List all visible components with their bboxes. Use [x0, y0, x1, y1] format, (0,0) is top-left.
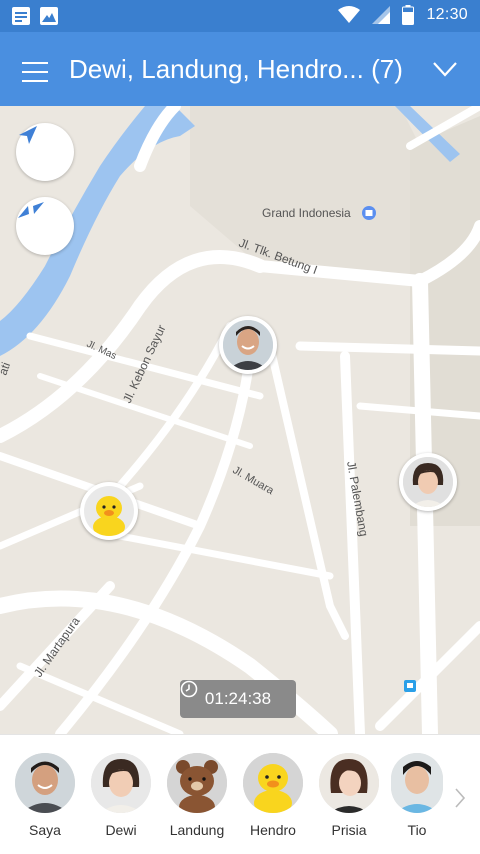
friend-prisia[interactable]: Prisia: [312, 753, 386, 838]
chevron-right-icon[interactable]: [454, 787, 466, 809]
image-icon: [40, 7, 58, 25]
friend-dewi[interactable]: Dewi: [84, 753, 158, 838]
friend-name: Landung: [169, 822, 225, 838]
navigation-arrow-icon: [19, 126, 37, 144]
avatar: [91, 753, 151, 813]
signal-icon: [372, 6, 391, 24]
friend-pin-dewi[interactable]: [219, 316, 277, 374]
friend-hendro[interactable]: Hendro: [236, 753, 310, 838]
chat-title[interactable]: Dewi, Landung, Hendro... (7): [69, 54, 403, 85]
avatar: [319, 753, 379, 813]
friend-pin-woman[interactable]: [399, 453, 457, 511]
status-bar: 12:30: [0, 0, 480, 32]
map-view[interactable]: Grand Indonesia Jl. Tlk. Betung I Jl. Ma…: [0, 106, 480, 734]
friends-strip[interactable]: Saya Dewi Landung Hendro Prisia Tio: [0, 734, 480, 854]
timer-text: 01:24:38: [204, 689, 272, 708]
friend-saya[interactable]: Saya: [8, 753, 82, 838]
avatar: [391, 753, 443, 813]
clock-icon: [180, 680, 198, 698]
my-location-button[interactable]: [16, 123, 74, 181]
wifi-icon: [338, 6, 361, 23]
gather-button[interactable]: [16, 197, 74, 255]
friend-tio[interactable]: Tio: [382, 753, 452, 838]
avatar: [243, 753, 303, 813]
friend-pin-hendro[interactable]: [80, 482, 138, 540]
app-bar: Dewi, Landung, Hendro... (7): [0, 32, 480, 106]
chevron-down-icon[interactable]: [432, 60, 458, 78]
map-canvas[interactable]: Grand Indonesia Jl. Tlk. Betung I Jl. Ma…: [0, 106, 480, 734]
friend-name: Saya: [29, 822, 61, 838]
status-time: 12:30: [426, 6, 468, 23]
friend-name: Dewi: [105, 822, 137, 838]
friend-name: Hendro: [250, 822, 296, 838]
converge-icon: [18, 202, 44, 218]
avatar: [15, 753, 75, 813]
notes-icon: [12, 7, 30, 25]
battery-icon: [402, 5, 415, 25]
avatar-woman: [403, 457, 453, 507]
avatar-man: [223, 320, 273, 370]
friend-landung[interactable]: Landung: [160, 753, 234, 838]
elapsed-timer: 01:24:38: [180, 680, 296, 718]
menu-icon[interactable]: [22, 62, 48, 82]
avatar: [167, 753, 227, 813]
friend-name: Prisia: [331, 822, 367, 838]
place-label: Grand Indonesia: [262, 206, 351, 220]
avatar-sally: [93, 496, 125, 536]
friend-name: Tio: [407, 822, 427, 838]
